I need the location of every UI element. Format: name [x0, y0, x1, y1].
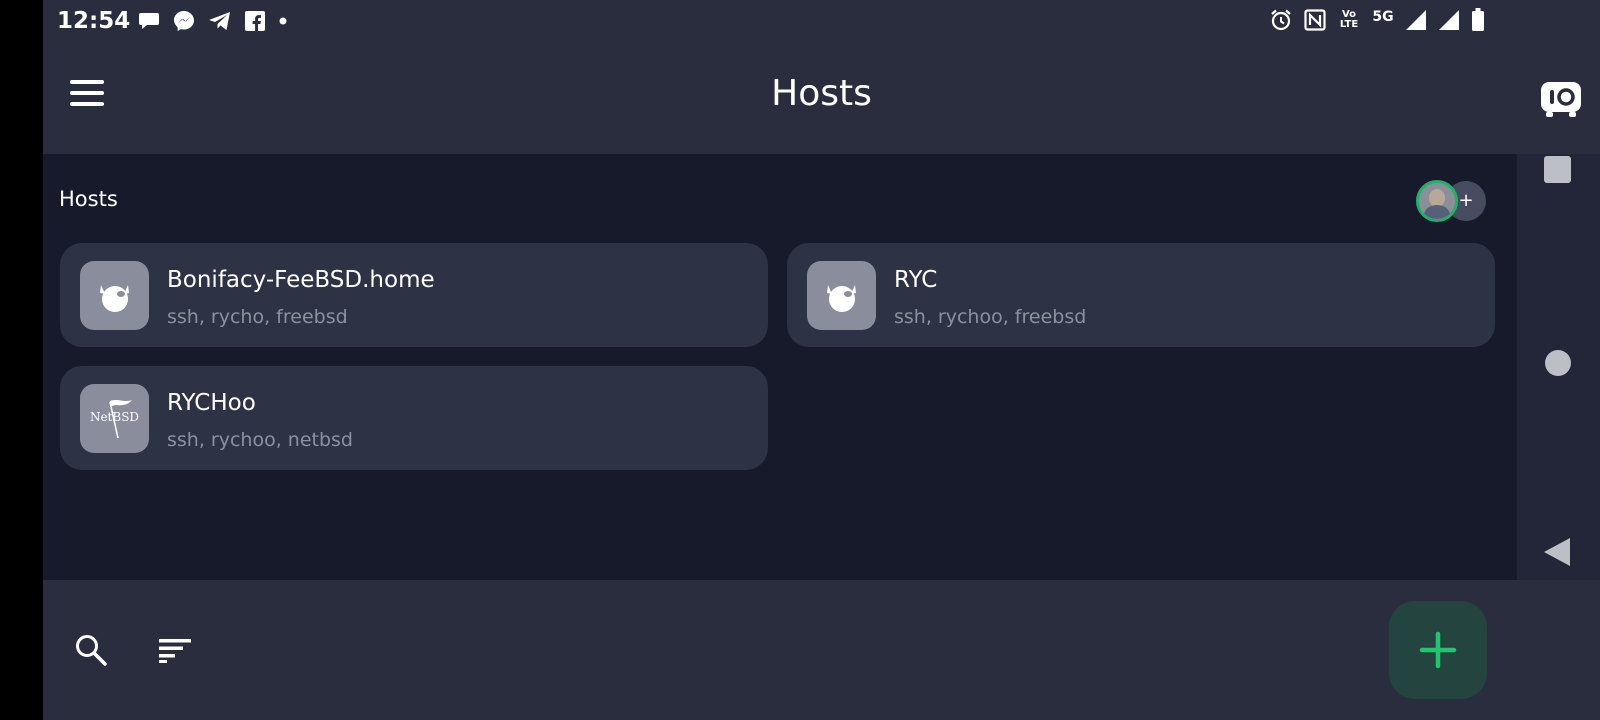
network-type-label: 5G [1372, 9, 1394, 25]
status-bar: 12:54 Vo LTE 5G [43, 0, 1600, 42]
page-title: Hosts [771, 73, 872, 114]
bottom-bar [43, 580, 1600, 720]
plus-icon [1419, 631, 1457, 669]
section-title: Hosts [59, 187, 118, 211]
recents-button[interactable] [1544, 156, 1571, 183]
signal-icon [1439, 10, 1459, 30]
host-tags: ssh, rycho, freebsd [167, 306, 348, 328]
system-icons: Vo LTE 5G [1269, 8, 1485, 32]
freebsd-icon [807, 261, 876, 330]
battery-icon [1472, 8, 1484, 31]
app-root: 12:54 Vo LTE 5G Hosts Hosts + Bonifacy-F… [43, 0, 1600, 720]
notification-icons [138, 10, 288, 32]
screen-edge [0, 0, 43, 720]
add-host-button[interactable] [1389, 601, 1487, 699]
netbsd-logo-text: NetBSD [89, 410, 140, 424]
nfc-icon [1304, 9, 1326, 31]
volte-icon: Vo LTE [1337, 10, 1361, 30]
status-time: 12:54 [57, 8, 131, 34]
search-icon [76, 635, 107, 666]
messenger-icon [174, 11, 194, 31]
host-tags: ssh, rychoo, netbsd [167, 429, 353, 451]
host-name: RYC [894, 267, 938, 293]
host-card[interactable]: NetBSD RYCHoo ssh, rychoo, netbsd [60, 366, 768, 470]
facebook-icon [245, 11, 265, 31]
host-name: RYCHoo [167, 390, 256, 416]
host-card[interactable]: Bonifacy-FeeBSD.home ssh, rycho, freebsd [60, 243, 768, 347]
back-button[interactable] [1544, 538, 1570, 566]
host-tags: ssh, rychoo, freebsd [894, 306, 1087, 328]
host-card[interactable]: RYC ssh, rychoo, freebsd [787, 243, 1495, 347]
top-app-bar: Hosts [43, 42, 1600, 154]
netbsd-icon: NetBSD [80, 384, 149, 453]
vault-button[interactable] [1539, 78, 1583, 120]
avatar-body [1424, 205, 1450, 219]
host-name: Bonifacy-FeeBSD.home [167, 267, 435, 293]
home-button[interactable] [1545, 350, 1571, 376]
vault-icon [1541, 82, 1581, 117]
dot-icon [279, 17, 287, 25]
system-nav-bar [1517, 154, 1600, 580]
sort-button[interactable] [158, 638, 192, 664]
avatar[interactable] [1416, 180, 1458, 222]
signal-icon [1406, 10, 1426, 30]
search-button[interactable] [74, 633, 108, 667]
network-type-icon: 5G [1372, 9, 1394, 25]
freebsd-icon [80, 261, 149, 330]
sort-icon [159, 639, 191, 663]
telegram-icon [209, 12, 230, 30]
chat-bubble-icon [139, 13, 159, 29]
volte-label-bottom: LTE [1339, 19, 1359, 30]
alarm-icon [1271, 9, 1291, 31]
